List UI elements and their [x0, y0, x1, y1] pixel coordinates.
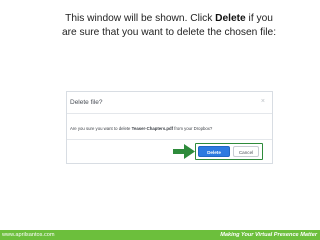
instruction-text: This window will be shown. Click Delete … [58, 12, 280, 39]
close-icon[interactable]: × [261, 98, 265, 105]
footer-website-link[interactable]: www.aprilsantos.com [2, 231, 55, 239]
dialog-title: Delete file? [70, 99, 103, 106]
delete-file-dialog: Delete file? × Are you sure you want to … [66, 91, 273, 164]
delete-button[interactable]: Delete [198, 146, 230, 157]
dialog-divider-bottom [67, 139, 272, 140]
file-name: Teaser-Chapters.pdf [131, 126, 174, 131]
footer-bar: www.aprilsantos.com Making Your Virtual … [0, 230, 320, 240]
message-suffix: from your Dropbox? [173, 126, 213, 131]
cancel-button[interactable]: Cancel [233, 146, 259, 157]
dialog-divider-top [67, 113, 272, 114]
instruction-part-1: This window will be shown. Click [65, 13, 216, 24]
message-prefix: Are you sure you want to delete [70, 126, 132, 131]
dialog-message: Are you sure you want to delete Teaser-C… [70, 126, 212, 131]
instruction-bold-delete: Delete [215, 13, 246, 24]
arrow-right-icon [173, 144, 195, 159]
footer-tagline: Making Your Virtual Presence Matter [220, 232, 317, 238]
